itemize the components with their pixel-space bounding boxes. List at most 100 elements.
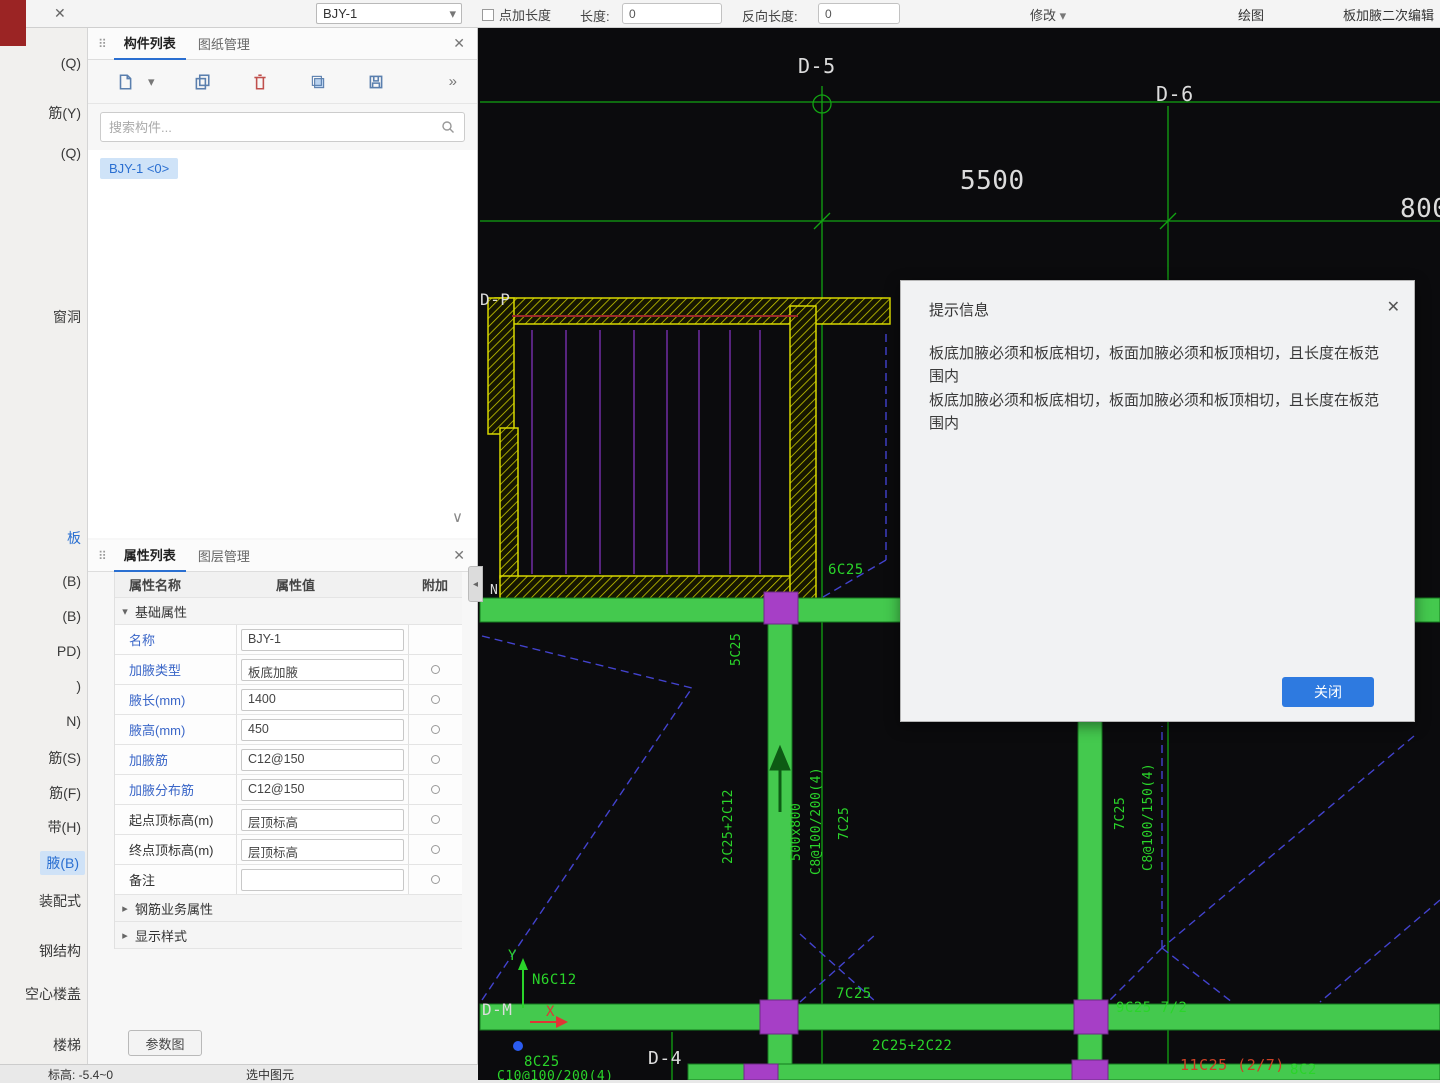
property-row: 备注: [115, 865, 462, 895]
duplicate-layer-icon[interactable]: [309, 72, 329, 92]
property-name: 腋长(mm): [115, 690, 236, 709]
drag-grip-icon[interactable]: ⠿: [98, 37, 106, 51]
property-section-row[interactable]: ▸ 钢筋业务属性: [115, 895, 462, 922]
sidebar-item[interactable]: 钢结构: [39, 941, 81, 961]
property-row: 名称BJY-1: [115, 625, 462, 655]
property-value-input[interactable]: C12@150: [241, 779, 404, 801]
length-input[interactable]: [622, 3, 722, 24]
sidebar-item[interactable]: 装配式: [39, 891, 81, 911]
component-type-dropdown[interactable]: BJY-1 ▾: [316, 3, 462, 24]
property-value-input[interactable]: C12@150: [241, 749, 404, 771]
draw-menu[interactable]: 绘图: [1238, 5, 1264, 24]
collapse-icon[interactable]: ▾: [119, 605, 131, 618]
section-label: 钢筋业务属性: [135, 899, 213, 918]
property-value-input[interactable]: 层顶标高: [241, 839, 404, 861]
tab-drawing-management[interactable]: 图纸管理: [188, 28, 260, 59]
dialog-close-icon[interactable]: ✕: [1387, 297, 1400, 317]
property-value-input[interactable]: 450: [241, 719, 404, 741]
component-list: BJY-1 <0> ∨: [88, 150, 477, 538]
tab-component-list[interactable]: 构件列表: [114, 27, 186, 60]
property-value-cell: C12@150: [236, 775, 409, 804]
chevron-down-icon[interactable]: ∨: [452, 508, 463, 526]
col-attach: 附加: [409, 575, 461, 594]
panel-close-icon[interactable]: ✕: [54, 5, 66, 22]
list-item[interactable]: BJY-1 <0>: [100, 158, 178, 179]
sidebar-item[interactable]: (Q): [61, 55, 81, 71]
point-add-length-checkbox[interactable]: 点加长度: [482, 5, 551, 24]
sidebar-item[interactable]: (B): [62, 608, 81, 624]
panel-collapse-handle[interactable]: ◂: [468, 566, 483, 602]
sidebar-item[interactable]: 筋(S): [48, 748, 81, 768]
close-icon[interactable]: ✕: [453, 547, 465, 564]
attach-toggle[interactable]: [431, 815, 440, 824]
chevron-down-icon[interactable]: ▾: [148, 74, 155, 90]
sidebar-item[interactable]: 腋(B): [40, 851, 85, 875]
close-icon[interactable]: ✕: [453, 35, 465, 52]
copy-icon[interactable]: [193, 72, 213, 92]
attach-toggle[interactable]: [431, 755, 440, 764]
property-extra-cell: [409, 845, 461, 854]
save-component-icon[interactable]: [367, 72, 387, 92]
sidebar-item[interactable]: N): [66, 713, 81, 729]
section-label: 基础属性: [135, 602, 187, 621]
sidebar-item[interactable]: (B): [62, 573, 81, 589]
tab-layer-management[interactable]: 图层管理: [188, 540, 260, 571]
property-table: 属性名称 属性值 附加 ▾基础属性名称BJY-1加腋类型板底加腋腋长(mm)14…: [114, 572, 462, 949]
section-label: 显示样式: [135, 926, 187, 945]
component-search: [100, 112, 465, 142]
sidebar-item[interactable]: 筋(Y): [48, 103, 81, 123]
property-row: 腋长(mm) 1400: [115, 685, 462, 715]
sidebar-item[interactable]: 空心楼盖: [25, 984, 81, 1004]
attach-toggle[interactable]: [431, 845, 440, 854]
drag-grip-icon[interactable]: ⠿: [98, 549, 106, 563]
status-bar: 标高: -5.4~0 选中图元: [0, 1064, 478, 1080]
new-component-icon[interactable]: [116, 72, 136, 92]
attach-toggle[interactable]: [431, 695, 440, 704]
property-row: 终点顶标高(m) 层顶标高: [115, 835, 462, 865]
reverse-length-label: 反向长度:: [742, 6, 798, 25]
property-extra-cell: [409, 755, 461, 764]
secondary-edit-label: 板加腋二次编辑: [1343, 5, 1434, 24]
sidebar-item[interactable]: PD): [57, 643, 81, 659]
delete-icon[interactable]: [251, 72, 271, 92]
sidebar-item[interactable]: ): [76, 678, 81, 694]
property-value-input[interactable]: 1400: [241, 689, 404, 711]
search-input[interactable]: [109, 120, 440, 135]
attach-toggle[interactable]: [431, 725, 440, 734]
property-section-row[interactable]: ▸ 显示样式: [115, 922, 462, 949]
property-name: 终点顶标高(m): [115, 840, 236, 859]
reverse-length-input[interactable]: [818, 3, 900, 24]
component-type-value: BJY-1: [323, 6, 357, 21]
property-extra-cell: [409, 875, 461, 884]
property-extra-cell: [409, 815, 461, 824]
sidebar-item[interactable]: (Q): [61, 145, 81, 161]
attach-toggle[interactable]: [431, 875, 440, 884]
expand-panel-icon[interactable]: »: [449, 73, 457, 90]
sidebar-item[interactable]: 窗洞: [53, 307, 81, 327]
checkbox-box[interactable]: [482, 9, 494, 21]
sidebar-item[interactable]: 带(H): [48, 817, 81, 837]
expand-icon[interactable]: ▸: [119, 929, 131, 942]
sidebar-item[interactable]: 板: [67, 528, 81, 548]
attach-toggle[interactable]: [431, 785, 440, 794]
property-value-input[interactable]: [241, 869, 404, 891]
sidebar-item[interactable]: 楼梯: [53, 1035, 81, 1055]
property-extra-cell: [409, 785, 461, 794]
parameter-diagram-button[interactable]: 参数图: [128, 1030, 202, 1056]
sidebar-item[interactable]: 筋(F): [49, 783, 81, 803]
property-section-row[interactable]: ▾ 基础属性: [115, 598, 462, 625]
tab-property-list[interactable]: 属性列表: [114, 539, 186, 572]
property-value-cell: BJY-1: [236, 625, 409, 654]
property-value-input[interactable]: BJY-1: [241, 629, 404, 651]
property-value-input[interactable]: 板底加腋: [241, 659, 404, 681]
property-value-input[interactable]: 层顶标高: [241, 809, 404, 831]
modify-menu[interactable]: 修改 ▾: [1030, 5, 1066, 24]
slab-haunch-region: [488, 298, 890, 602]
attach-toggle[interactable]: [431, 665, 440, 674]
property-name: 加腋分布筋: [115, 780, 236, 799]
property-name: 起点顶标高(m): [115, 810, 236, 829]
component-panel-header: ⠿ 构件列表 图纸管理 ✕: [88, 28, 477, 60]
dialog-close-button[interactable]: 关闭: [1282, 677, 1374, 707]
expand-icon[interactable]: ▸: [119, 902, 131, 915]
dialog-message: 板底加腋必须和板底相切，板面加腋必须和板顶相切，且长度在板范围内 板底加腋必须和…: [901, 320, 1414, 435]
